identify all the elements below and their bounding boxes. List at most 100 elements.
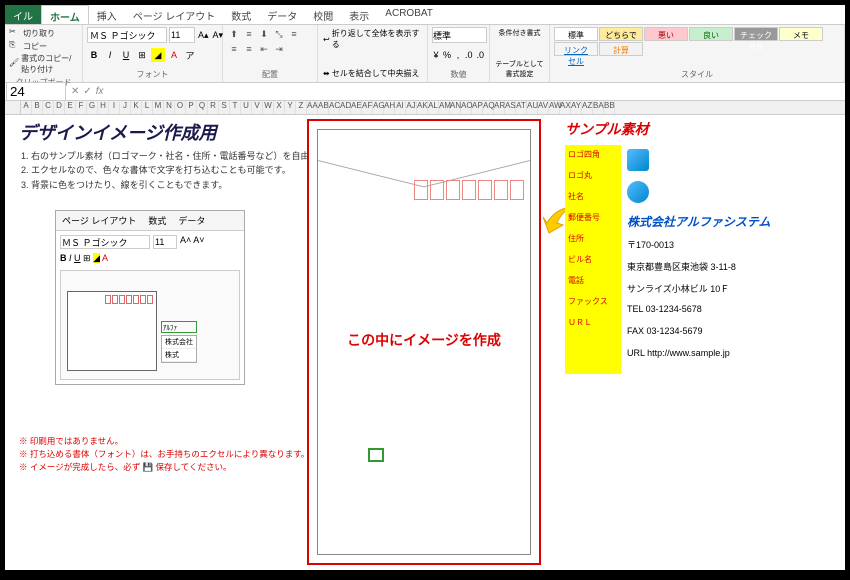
column-header[interactable]: Q [197, 101, 208, 114]
align-middle-icon[interactable]: ≡ [242, 27, 256, 41]
fill-color-button[interactable]: ◢ [151, 48, 165, 62]
column-header[interactable]: U [241, 101, 252, 114]
merge-center-button[interactable]: ⬌セルを結合して中央揃え [322, 67, 423, 80]
column-header[interactable]: AN [450, 101, 461, 114]
logo-circle-icon[interactable] [627, 181, 649, 203]
column-header[interactable]: AW [549, 101, 560, 114]
style-neutral[interactable]: どちらでもない [599, 27, 643, 41]
column-header[interactable]: AL [428, 101, 439, 114]
border-button[interactable]: ⊞ [135, 48, 149, 62]
column-header[interactable]: AQ [483, 101, 494, 114]
column-header[interactable]: P [186, 101, 197, 114]
column-header[interactable]: K [131, 101, 142, 114]
style-memo[interactable]: メモ [779, 27, 823, 41]
column-header[interactable]: AM [439, 101, 450, 114]
column-header[interactable]: R [208, 101, 219, 114]
column-header[interactable]: E [65, 101, 76, 114]
cut-button[interactable]: ✂切り取り [9, 27, 78, 39]
formula-input[interactable] [108, 83, 845, 100]
style-calc[interactable]: 計算 [599, 42, 643, 56]
column-header[interactable]: BA [593, 101, 604, 114]
number-format-select[interactable] [432, 27, 487, 43]
column-header[interactable]: AJ [406, 101, 417, 114]
column-header[interactable]: S [219, 101, 230, 114]
column-header[interactable]: A [21, 101, 32, 114]
column-header[interactable]: AC [329, 101, 340, 114]
tab-acrobat[interactable]: ACROBAT [377, 5, 441, 24]
column-header[interactable]: AT [516, 101, 527, 114]
column-header[interactable]: V [252, 101, 263, 114]
column-header[interactable]: W [263, 101, 274, 114]
indent-left-icon[interactable]: ⇤ [257, 42, 271, 56]
tab-review[interactable]: 校閲 [305, 5, 341, 24]
active-cell-cursor[interactable] [368, 448, 384, 462]
logo-square-icon[interactable] [627, 149, 649, 171]
align-center-icon[interactable]: ≡ [227, 42, 241, 56]
column-header[interactable]: AR [494, 101, 505, 114]
currency-icon[interactable]: ¥ [432, 48, 440, 62]
telephone[interactable]: TEL 03-1234-5678 [627, 304, 771, 318]
postal-code[interactable]: 〒170-0013 [627, 238, 771, 252]
style-check[interactable]: チェック セル [734, 27, 778, 41]
align-top-icon[interactable]: ⬆ [227, 27, 241, 41]
column-header[interactable]: AX [560, 101, 571, 114]
tab-file[interactable]: イル [5, 5, 41, 24]
column-header[interactable]: M [153, 101, 164, 114]
italic-button[interactable]: I [103, 48, 117, 62]
url[interactable]: URL http://www.sample.jp [627, 348, 771, 362]
increase-font-icon[interactable]: A▴ [197, 28, 210, 42]
enter-icon[interactable]: ✓ [83, 86, 91, 97]
fx-icon[interactable]: fx [96, 86, 104, 97]
fax[interactable]: FAX 03-1234-5679 [627, 326, 771, 340]
tab-formula[interactable]: 数式 [223, 5, 259, 24]
column-header[interactable]: Z [296, 101, 307, 114]
indent-right-icon[interactable]: ⇥ [272, 42, 286, 56]
underline-button[interactable]: U [119, 48, 133, 62]
column-header[interactable]: AO [461, 101, 472, 114]
column-header[interactable]: BB [604, 101, 615, 114]
worksheet[interactable]: デザインイメージ作成用 右のサンプル素材（ロゴマーク・社名・住所・電話番号など）… [5, 115, 845, 569]
increase-decimal-icon[interactable]: .0 [464, 48, 474, 62]
column-header[interactable]: AZ [582, 101, 593, 114]
bold-button[interactable]: B [87, 48, 101, 62]
column-header[interactable]: AK [417, 101, 428, 114]
tab-view[interactable]: 表示 [341, 5, 377, 24]
style-link[interactable]: リンク セル [554, 42, 598, 56]
conditional-format-button[interactable]: 条件付き書式 [492, 27, 547, 39]
decrease-decimal-icon[interactable]: .0 [475, 48, 485, 62]
wrap-text-button[interactable]: ↩折り返して全体を表示する [322, 27, 423, 51]
address[interactable]: 東京都豊島区東池袋 3-11-8 [627, 260, 771, 274]
style-bad[interactable]: 悪い [644, 27, 688, 41]
tab-home[interactable]: ホーム [41, 5, 89, 24]
select-all-corner[interactable] [5, 101, 21, 114]
company-name[interactable]: 株式会社アルファシステム [627, 213, 771, 230]
column-header[interactable]: H [98, 101, 109, 114]
font-color-button[interactable]: A [167, 48, 181, 62]
style-standard[interactable]: 標準 [554, 27, 598, 41]
column-header[interactable]: AD [340, 101, 351, 114]
column-header[interactable]: AI [395, 101, 406, 114]
column-header[interactable]: AS [505, 101, 516, 114]
column-header[interactable]: T [230, 101, 241, 114]
column-header[interactable]: G [87, 101, 98, 114]
font-size-select[interactable] [169, 27, 195, 43]
column-header[interactable]: N [164, 101, 175, 114]
column-header[interactable]: AA [307, 101, 318, 114]
format-painter-button[interactable]: 🖌書式のコピー/貼り付け [9, 53, 78, 75]
comma-icon[interactable]: , [454, 48, 462, 62]
column-header[interactable]: Y [285, 101, 296, 114]
column-header[interactable]: I [109, 101, 120, 114]
name-box[interactable] [6, 82, 66, 101]
column-header[interactable]: AV [538, 101, 549, 114]
column-header[interactable]: B [32, 101, 43, 114]
tab-page-layout[interactable]: ページ レイアウト [125, 5, 224, 24]
column-header[interactable]: C [43, 101, 54, 114]
column-header[interactable]: D [54, 101, 65, 114]
column-header[interactable]: AH [384, 101, 395, 114]
column-header[interactable]: AB [318, 101, 329, 114]
building[interactable]: サンライズ小林ビル 10Ｆ [627, 282, 771, 296]
column-header[interactable]: X [274, 101, 285, 114]
tab-insert[interactable]: 挿入 [89, 5, 125, 24]
copy-button[interactable]: ⎘コピー [9, 40, 78, 52]
column-header[interactable]: AU [527, 101, 538, 114]
